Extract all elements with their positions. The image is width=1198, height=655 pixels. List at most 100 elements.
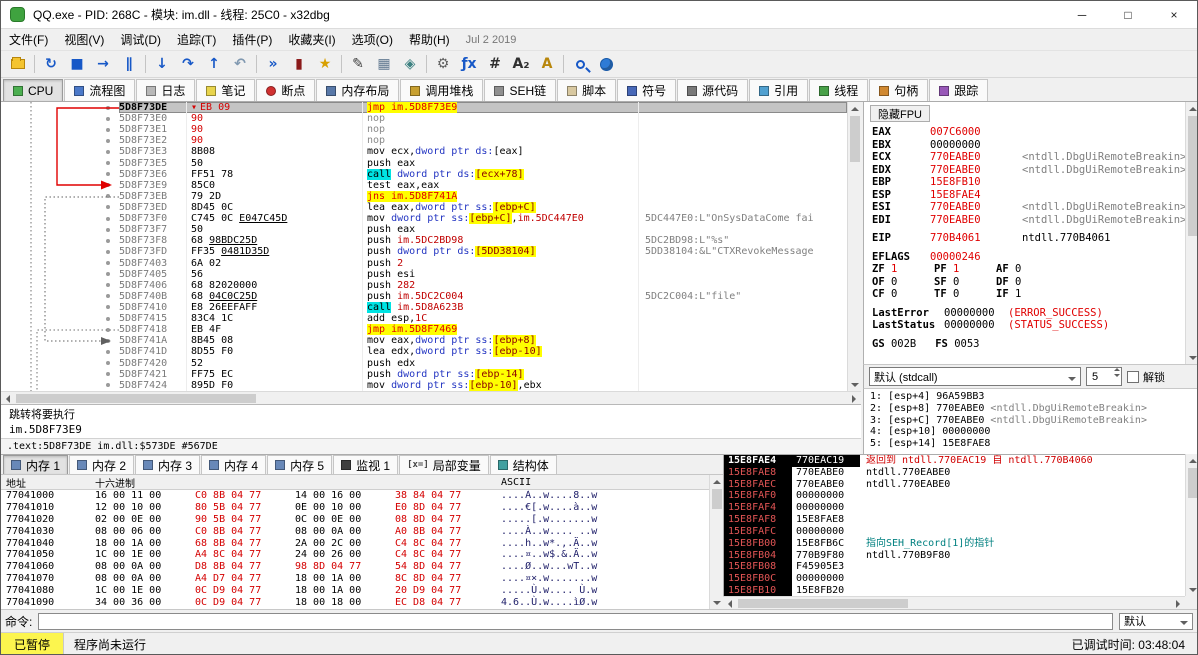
disasm-row[interactable]: 5D8F73F0C745 0C E047C45Dmov dword ptr ss…: [1, 213, 847, 224]
argument-count-spinner[interactable]: 5: [1086, 367, 1122, 386]
register-esp[interactable]: ESP15E8FAE4: [872, 189, 1183, 202]
disasm-row[interactable]: 5D8F73E090nop: [1, 113, 847, 124]
minimize-button[interactable]: ─: [1059, 1, 1105, 28]
breakpoint-gutter[interactable]: [1, 202, 119, 213]
stack-vscrollbar[interactable]: [1185, 454, 1198, 596]
scroll-left-icon[interactable]: [2, 395, 10, 403]
favourites-button[interactable]: ★: [312, 53, 338, 76]
tab-call-stack[interactable]: 调用堆栈: [400, 79, 483, 101]
flag-of[interactable]: OF 0: [872, 276, 934, 289]
stack-row[interactable]: 15E8FAF000000000: [724, 490, 1185, 502]
register-ebx[interactable]: EBX00000000: [872, 139, 1183, 152]
tab-handles[interactable]: 句柄: [869, 79, 928, 101]
scroll-down-icon[interactable]: [1189, 588, 1197, 596]
tab-threads[interactable]: 线程: [809, 79, 868, 101]
dump-row[interactable]: 7704103008 00 06 00C0 8B 04 7708 00 0A 0…: [1, 526, 709, 538]
tab-watch-1[interactable]: 监视 1: [333, 455, 398, 474]
scroll-down-icon[interactable]: [713, 601, 721, 609]
seh-chain-button[interactable]: ◈: [397, 53, 423, 76]
disasm-row[interactable]: 5D8F7410E8 26EEFAFFcall im.5D8A623B: [1, 302, 847, 313]
disasm-row[interactable]: 5D8F740668 82020000push 282: [1, 280, 847, 291]
unlock-toggle[interactable]: 解锁: [1127, 369, 1165, 385]
argument-row[interactable]: 5: [esp+14] 15E8FAE8: [870, 438, 1193, 450]
stack-row[interactable]: 15E8FB1015E8FB20: [724, 585, 1185, 596]
command-profile-dropdown[interactable]: 默认: [1119, 613, 1193, 630]
disasm-row[interactable]: 5D8F74036A 02push 2: [1, 258, 847, 269]
breakpoint-gutter[interactable]: [1, 291, 119, 302]
breakpoint-gutter[interactable]: [1, 346, 119, 357]
tab-dump-2[interactable]: 内存 2: [69, 455, 134, 474]
stack-hscrollbar[interactable]: [723, 596, 1185, 609]
flag-df[interactable]: DF 0: [996, 276, 1058, 289]
stack-vscroll-thumb[interactable]: [1188, 468, 1198, 498]
flag-cf[interactable]: CF 0: [872, 288, 934, 301]
pause-button[interactable]: ∥: [116, 53, 142, 76]
disasm-row[interactable]: 5D8F73E190nop: [1, 124, 847, 135]
menu-item[interactable]: 文件(F): [1, 29, 56, 50]
flag-af[interactable]: AF 0: [996, 263, 1058, 276]
disasm-row[interactable]: 5D8F741583C4 1Cadd esp,1C: [1, 313, 847, 324]
tab-references[interactable]: 引用: [749, 79, 808, 101]
breakpoint-gutter[interactable]: [1, 258, 119, 269]
stack-row[interactable]: 15E8FAF815E8FAE8: [724, 514, 1185, 526]
assemble-button[interactable]: ƒx: [456, 53, 482, 76]
tab-struct[interactable]: 结构体: [490, 455, 557, 474]
disasm-row[interactable]: 5D8F73DE▾EB 09jmp im.5D8F73E9: [1, 102, 847, 113]
breakpoint-gutter[interactable]: [1, 246, 119, 257]
disasm-row[interactable]: 5D8F7421FF75 ECpush dword ptr ss:[ebp-14…: [1, 369, 847, 380]
breakpoint-gutter[interactable]: [1, 180, 119, 191]
stack-row[interactable]: 15E8FAEC770EABE0ntdll.770EABE0: [724, 479, 1185, 491]
disasm-row[interactable]: 5D8F73ED8D45 0Clea eax,dword ptr ss:[ebp…: [1, 202, 847, 213]
dump-row[interactable]: 7704107008 00 0A 00A4 D7 04 7718 00 1A 0…: [1, 573, 709, 585]
dump-row[interactable]: 7704106008 00 0A 00D8 8B 04 7798 8D 04 7…: [1, 561, 709, 573]
flag-pf[interactable]: PF 1: [934, 263, 996, 276]
breakpoint-gutter[interactable]: [1, 335, 119, 346]
tab-dump-1[interactable]: 内存 1: [3, 455, 68, 474]
patch-button[interactable]: ▮: [286, 53, 312, 76]
hide-fpu-button[interactable]: 隐藏FPU: [870, 105, 930, 122]
scroll-down-icon[interactable]: [851, 383, 859, 391]
register-lasterror[interactable]: LastError00000000(ERROR_SUCCESS): [872, 307, 1183, 320]
step-into-button[interactable]: ↓: [149, 53, 175, 76]
dump-row[interactable]: 7704101012 00 10 0080 5B 04 770E 00 10 0…: [1, 502, 709, 514]
step-back-button[interactable]: ↶: [227, 53, 253, 76]
trace-button[interactable]: »: [260, 53, 286, 76]
stack-row[interactable]: 15E8FAE8770EABE0ntdll.770EABE0: [724, 467, 1185, 479]
dump-vscrollbar[interactable]: [709, 475, 723, 609]
scroll-left-icon[interactable]: [724, 600, 732, 608]
menu-item[interactable]: 选项(O): [344, 29, 401, 50]
register-laststatus[interactable]: LastStatus00000000(STATUS_SUCCESS): [872, 319, 1183, 332]
highlight-button[interactable]: A: [534, 53, 560, 76]
argument-row[interactable]: 2: [esp+8] 770EABE0 <ntdll.DbgUiRemoteBr…: [870, 403, 1193, 415]
argument-row[interactable]: 3: [esp+C] 770EABE0 <ntdll.DbgUiRemoteBr…: [870, 415, 1193, 427]
disasm-hscrollbar[interactable]: [1, 391, 861, 404]
close-button[interactable]: ×: [1151, 1, 1197, 28]
restart-button[interactable]: ↻: [38, 53, 64, 76]
tab-graph[interactable]: 流程图: [64, 79, 135, 101]
disasm-row[interactable]: 5D8F73E985C0test eax,eax: [1, 180, 847, 191]
breakpoint-gutter[interactable]: [1, 224, 119, 235]
breakpoint-gutter[interactable]: [1, 235, 119, 246]
menu-item[interactable]: 收藏夹(I): [280, 29, 343, 50]
stack-row[interactable]: 15E8FB08F45905E3: [724, 561, 1185, 573]
stack-row[interactable]: 15E8FB04770B9F80ntdll.770B9F80: [724, 550, 1185, 562]
stack-row[interactable]: 15E8FAFC00000000: [724, 526, 1185, 538]
tab-dump-3[interactable]: 内存 3: [135, 455, 200, 474]
disasm-vscroll-thumb[interactable]: [850, 116, 860, 162]
tab-locals[interactable]: [x=]局部变量: [399, 455, 489, 474]
register-edi[interactable]: EDI770EABE0<ntdll.DbgUiRemoteBreakin>: [872, 214, 1183, 227]
flag-zf[interactable]: ZF 1: [872, 263, 934, 276]
breakpoint-gutter[interactable]: [1, 269, 119, 280]
memory-map-button[interactable]: ▦: [371, 53, 397, 76]
breakpoint-gutter[interactable]: [1, 369, 119, 380]
stack-row[interactable]: 15E8FAF400000000: [724, 502, 1185, 514]
flag-sf[interactable]: SF 0: [934, 276, 996, 289]
spin-down-icon[interactable]: [1114, 374, 1120, 380]
breakpoint-gutter[interactable]: [1, 124, 119, 135]
disasm-row[interactable]: 5D8F741A8B45 08mov eax,dword ptr ss:[ebp…: [1, 335, 847, 346]
stack-row[interactable]: 15E8FB0015E8FB6C指向SEH_Record[1]的指针: [724, 538, 1185, 550]
scroll-up-icon[interactable]: [1189, 103, 1197, 111]
search-button[interactable]: [567, 53, 593, 76]
breakpoint-gutter[interactable]: [1, 102, 119, 113]
tab-dump-4[interactable]: 内存 4: [201, 455, 266, 474]
